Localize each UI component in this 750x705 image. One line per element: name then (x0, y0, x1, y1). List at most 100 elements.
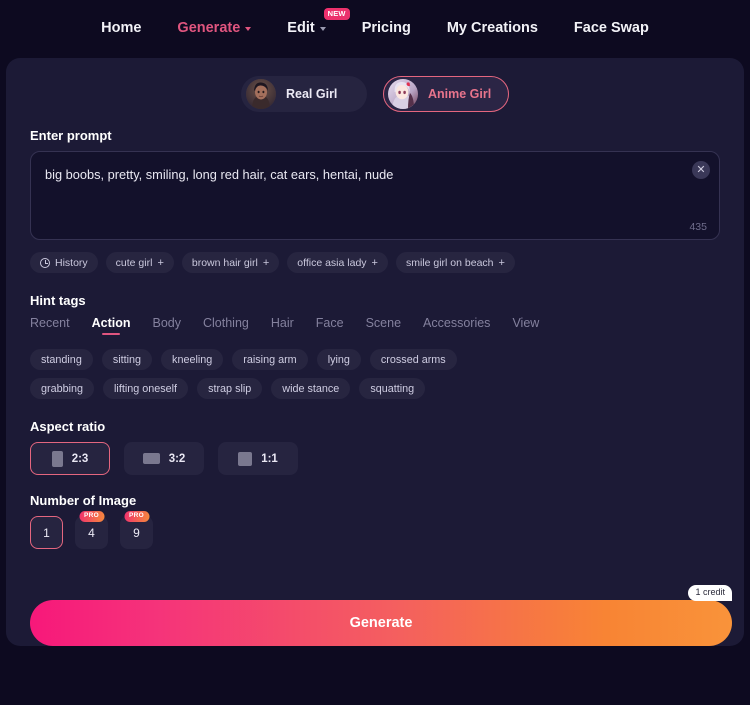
hint-tab-clothing[interactable]: Clothing (203, 316, 249, 335)
nav-label: Pricing (361, 20, 411, 36)
suggestion-chip[interactable]: smile girl on beach + (395, 252, 515, 273)
prompt-section: Enter prompt big boobs, pretty, smiling,… (30, 128, 720, 240)
hint-tab-label: Action (91, 316, 131, 330)
pro-badge: PRO (79, 511, 104, 522)
suggestion-chip[interactable]: cute girl + (105, 252, 174, 273)
clock-icon (40, 257, 50, 268)
number-of-image-section: Number of Image 1 PRO 4 PRO 9 (30, 493, 720, 549)
history-chip[interactable]: History (30, 252, 98, 273)
hint-tab-group: Recent Action Body Clothing Hair Face Sc… (30, 316, 720, 335)
aspect-ratio-option-3-2[interactable]: 3:2 (124, 442, 204, 475)
plus-icon: + (157, 256, 164, 269)
plus-icon: + (371, 256, 378, 269)
square-icon (238, 451, 253, 466)
style-tab-label: Real Girl (286, 87, 338, 101)
plus-icon: + (262, 256, 270, 269)
prompt-input[interactable]: big boobs, pretty, smiling, long red hai… (30, 151, 720, 240)
aspect-ratio-heading: Aspect ratio (30, 419, 106, 434)
plus-icon: + (498, 256, 505, 269)
pro-badge: PRO (124, 511, 149, 522)
style-tab-group: Real Girl Anime Girl (30, 76, 720, 112)
aspect-ratio-label: 3:2 (168, 452, 186, 465)
aspect-ratio-group: 2:3 3:2 1:1 (30, 442, 720, 475)
landscape-icon (142, 453, 160, 464)
generator-panel: Real Girl Anime Girl Enter prompt big bo… (6, 58, 744, 646)
suggestion-chip-label: brown hair girl (191, 256, 258, 269)
hint-tab-view[interactable]: View (512, 316, 539, 335)
nav-item-my-creations[interactable]: My Creations (447, 20, 538, 36)
nav-label: Edit (287, 20, 315, 36)
hint-tab-scene[interactable]: Scene (366, 316, 401, 335)
hint-tags-heading: Hint tags (30, 293, 86, 308)
hint-tab-label: Recent (30, 316, 70, 330)
hint-tab-body[interactable]: Body (153, 316, 182, 335)
hint-tab-label: Face (315, 316, 344, 330)
aspect-ratio-label: 2:3 (71, 452, 89, 465)
chevron-down-icon (319, 27, 326, 31)
suggestion-chip-label: office asia lady (297, 256, 367, 269)
real-girl-thumbnail-icon (246, 79, 276, 109)
history-chips-row: History cute girl + brown hair girl + of… (30, 252, 720, 273)
character-counter: 435 (689, 221, 707, 233)
hint-tab-label: Scene (365, 316, 402, 330)
anime-girl-thumbnail-icon (388, 79, 418, 109)
history-chip-label: History (55, 256, 88, 269)
image-count-option-9[interactable]: PRO 9 (120, 511, 153, 549)
credit-cost-badge: 1 credit (688, 585, 732, 601)
tag-pill[interactable]: squatting (359, 378, 426, 399)
prompt-heading: Enter prompt (30, 128, 112, 143)
chevron-down-icon (245, 27, 252, 31)
generate-section: 1 credit Generate (30, 585, 732, 646)
nav-item-pricing[interactable]: Pricing (362, 20, 411, 36)
style-tab-label: Anime Girl (428, 87, 492, 101)
hint-tab-hair[interactable]: Hair (271, 316, 294, 335)
suggestion-chip[interactable]: brown hair girl + (181, 252, 280, 273)
suggestion-chip[interactable]: office asia lady + (287, 252, 388, 273)
image-count-label: 1 (43, 525, 50, 540)
hint-tab-label: View (512, 316, 540, 330)
generate-button[interactable]: Generate (30, 600, 732, 646)
new-badge: NEW (323, 8, 350, 20)
hint-tab-label: Hair (270, 316, 294, 330)
image-count-label: 9 (133, 525, 140, 540)
nav-label: Face Swap (573, 20, 649, 36)
top-navbar: Home Generate Edit NEW Pricing My Creati… (0, 0, 750, 56)
tag-pill[interactable]: wide stance (271, 378, 351, 399)
hint-tab-recent[interactable]: Recent (30, 316, 70, 335)
tag-pill[interactable]: kneeling (161, 349, 224, 370)
nav-label: My Creations (446, 20, 538, 36)
tag-pill[interactable]: lying (316, 349, 361, 370)
tag-pill[interactable]: lifting oneself (103, 378, 189, 399)
tag-pill[interactable]: raising arm (232, 349, 308, 370)
number-of-image-heading: Number of Image (30, 493, 137, 508)
image-count-option-1[interactable]: 1 (30, 516, 63, 549)
tag-list: standing sitting kneeling raising arm ly… (30, 349, 500, 399)
suggestion-chip-label: smile girl on beach (405, 256, 494, 269)
style-tab-real-girl[interactable]: Real Girl (241, 76, 367, 112)
aspect-ratio-section: Aspect ratio 2:3 3:2 1:1 (30, 419, 720, 475)
nav-item-home[interactable]: Home (101, 20, 141, 36)
hint-tab-action[interactable]: Action (92, 316, 131, 335)
nav-label: Home (101, 20, 142, 36)
tag-pill[interactable]: sitting (101, 349, 153, 370)
nav-item-generate[interactable]: Generate (177, 20, 252, 36)
nav-item-face-swap[interactable]: Face Swap (574, 20, 649, 36)
close-icon[interactable]: ✕ (692, 161, 710, 179)
portrait-icon (51, 450, 63, 467)
aspect-ratio-option-2-3[interactable]: 2:3 (30, 442, 110, 475)
hint-tab-label: Body (152, 316, 182, 330)
tag-pill[interactable]: crossed arms (369, 349, 457, 370)
nav-item-edit[interactable]: Edit NEW (287, 8, 350, 36)
hint-tags-section: Hint tags Recent Action Body Clothing Ha… (30, 293, 720, 399)
tag-pill[interactable]: strap slip (197, 378, 263, 399)
style-tab-anime-girl[interactable]: Anime Girl (383, 76, 509, 112)
tag-pill[interactable]: standing (30, 349, 93, 370)
tag-pill[interactable]: grabbing (30, 378, 95, 399)
image-count-label: 4 (88, 525, 95, 540)
prompt-value: big boobs, pretty, smiling, long red hai… (45, 167, 394, 182)
hint-tab-label: Accessories (423, 316, 491, 330)
hint-tab-face[interactable]: Face (316, 316, 344, 335)
image-count-option-4[interactable]: PRO 4 (75, 511, 108, 549)
hint-tab-accessories[interactable]: Accessories (423, 316, 490, 335)
aspect-ratio-option-1-1[interactable]: 1:1 (218, 442, 298, 475)
